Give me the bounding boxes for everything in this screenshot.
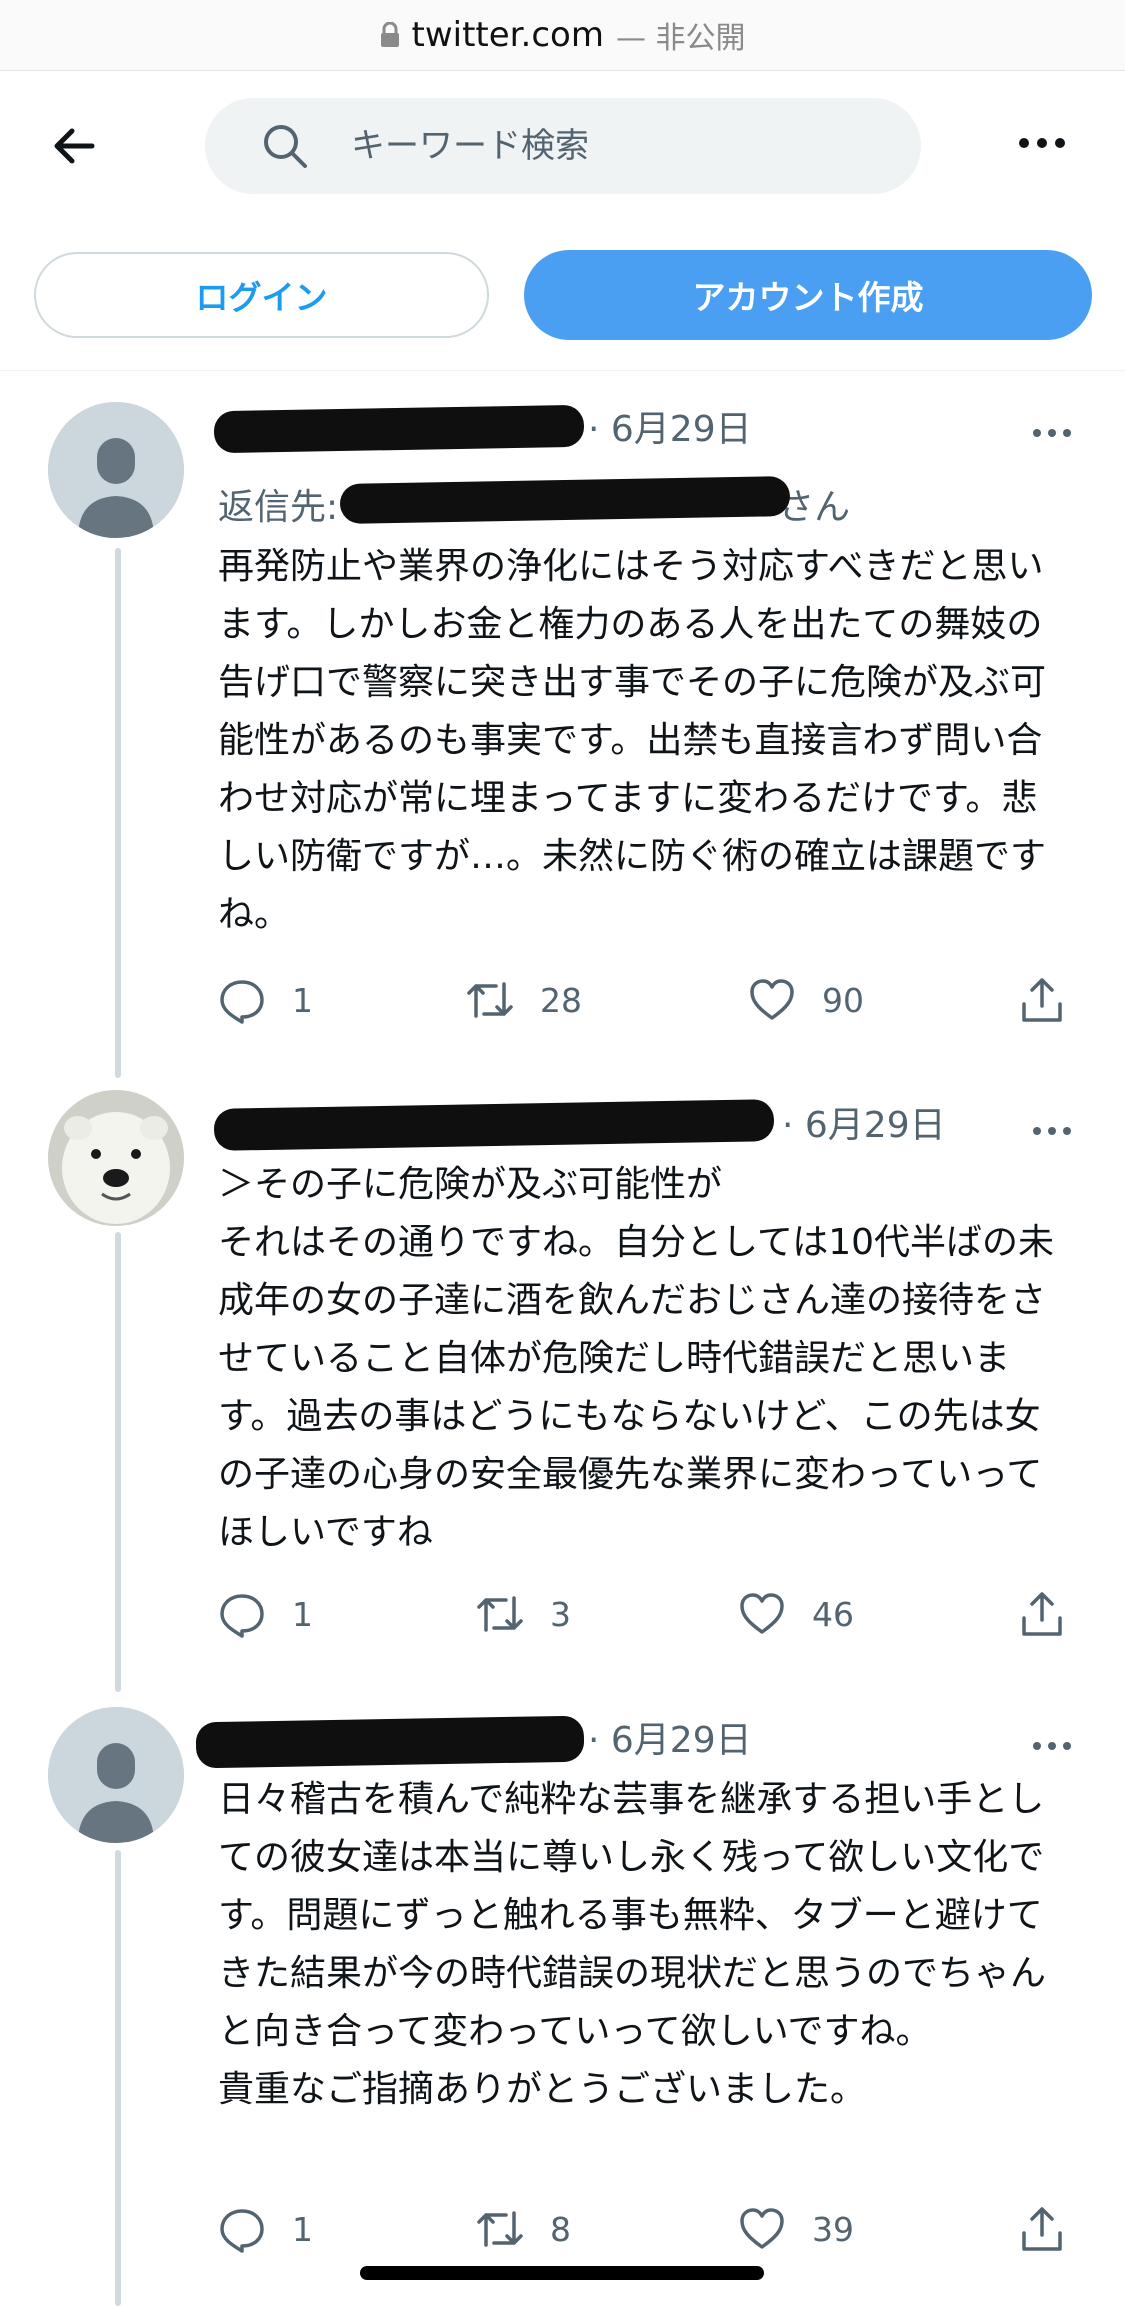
retweet-button[interactable]: 28 [466, 970, 582, 1030]
reply-count: 1 [292, 980, 313, 1020]
default-avatar-icon [48, 402, 184, 538]
default-avatar-icon [48, 1707, 184, 1843]
share-icon [1022, 1592, 1062, 1636]
url-text: twitter.com [411, 15, 604, 55]
reply-icon [220, 2209, 264, 2253]
tweet-actions: 1 28 90 [218, 970, 1088, 1030]
avatar[interactable] [48, 402, 184, 538]
retweet-icon [467, 982, 513, 1018]
avatar[interactable] [48, 1090, 184, 1226]
search-bar[interactable] [205, 98, 921, 194]
reply-button[interactable]: 1 [218, 970, 313, 1030]
retweet-icon [477, 2211, 523, 2247]
retweet-button[interactable]: 8 [476, 2199, 571, 2259]
reply-button[interactable]: 1 [218, 1584, 313, 1644]
browser-url-bar[interactable]: twitter.com — 非公開 [0, 0, 1125, 71]
more-icon[interactable] [1016, 128, 1068, 158]
top-header [0, 90, 1125, 200]
reply-icon [220, 980, 264, 1024]
like-button[interactable]: 90 [748, 970, 864, 1030]
lock-icon [380, 22, 399, 47]
like-button[interactable]: 46 [738, 1584, 854, 1644]
like-button[interactable]: 39 [738, 2199, 854, 2259]
share-button[interactable] [1018, 1584, 1066, 1644]
tweet[interactable]: · 6月29日 日々稽古を積んで純粋な芸事を継承する担い手としての彼女達は本当に… [0, 1705, 1125, 2306]
tweet-text: 日々稽古を積んで純粋な芸事を継承する担い手としての彼女達は本当に尊いし永く残って… [218, 1779, 1047, 2110]
like-icon [740, 1593, 784, 1634]
reply-count: 1 [292, 2209, 313, 2249]
tweet[interactable]: · 6月29日 返信先: さん 再発防止や業界の浄化にはそう対応すべきだと思います… [0, 370, 1125, 1090]
reply-button[interactable]: 1 [218, 2199, 313, 2259]
like-icon [750, 979, 794, 1020]
share-button[interactable] [1018, 2199, 1066, 2259]
tweet-text: ＞その子に危険が及ぶ可能性が それはその通りですね。自分としては10代半ばの未成… [218, 1164, 1055, 1553]
more-icon[interactable] [1030, 1733, 1074, 1759]
like-count: 90 [822, 980, 864, 1020]
redacted-username [213, 404, 585, 454]
avatar[interactable] [48, 1707, 184, 1843]
retweet-count: 3 [550, 1594, 571, 1634]
more-icon[interactable] [1030, 420, 1074, 446]
retweet-count: 28 [540, 980, 582, 1020]
share-icon [1022, 2207, 1062, 2251]
home-indicator[interactable] [360, 2266, 764, 2280]
like-count: 46 [812, 1594, 854, 1634]
reply-count: 1 [292, 1594, 313, 1634]
polar-bear-avatar [48, 1090, 184, 1226]
retweet-count: 8 [550, 2209, 571, 2249]
tweet[interactable]: · 6月29日 ＞その子に危険が及ぶ可能性が それはその通りですね。自分としては… [0, 1090, 1125, 1700]
tweet-date: · 6月29日 [588, 1720, 752, 1761]
tweet-text: 再発防止や業界の浄化にはそう対応すべきだと思います。しかしお金と権力のある人を出… [218, 546, 1047, 935]
like-count: 39 [812, 2209, 854, 2249]
login-button[interactable]: ログイン [34, 252, 489, 338]
signup-button[interactable]: アカウント作成 [524, 250, 1092, 340]
reply-icon [220, 1594, 264, 1638]
auth-buttons: ログイン アカウント作成 [0, 250, 1125, 340]
back-arrow-icon[interactable] [46, 118, 102, 174]
like-icon [740, 2208, 784, 2249]
redacted-username [213, 1099, 775, 1151]
search-input[interactable] [349, 125, 873, 167]
share-icon [1022, 978, 1062, 1022]
redacted-reply-handle [339, 476, 791, 524]
tweet-actions: 1 8 39 [218, 2199, 1088, 2259]
tweet-date: · 6月29日 [782, 1105, 946, 1146]
privacy-label: — 非公開 [615, 21, 746, 56]
tweet-actions: 1 3 46 [218, 1584, 1088, 1644]
reply-to-prefix: 返信先: [218, 487, 339, 528]
retweet-button[interactable]: 3 [476, 1584, 571, 1644]
search-icon [264, 125, 307, 168]
share-button[interactable] [1018, 970, 1066, 1030]
more-icon[interactable] [1030, 1118, 1074, 1144]
retweet-icon [477, 1596, 523, 1632]
tweet-date: · 6月29日 [588, 409, 752, 450]
redacted-username [195, 1715, 585, 1769]
